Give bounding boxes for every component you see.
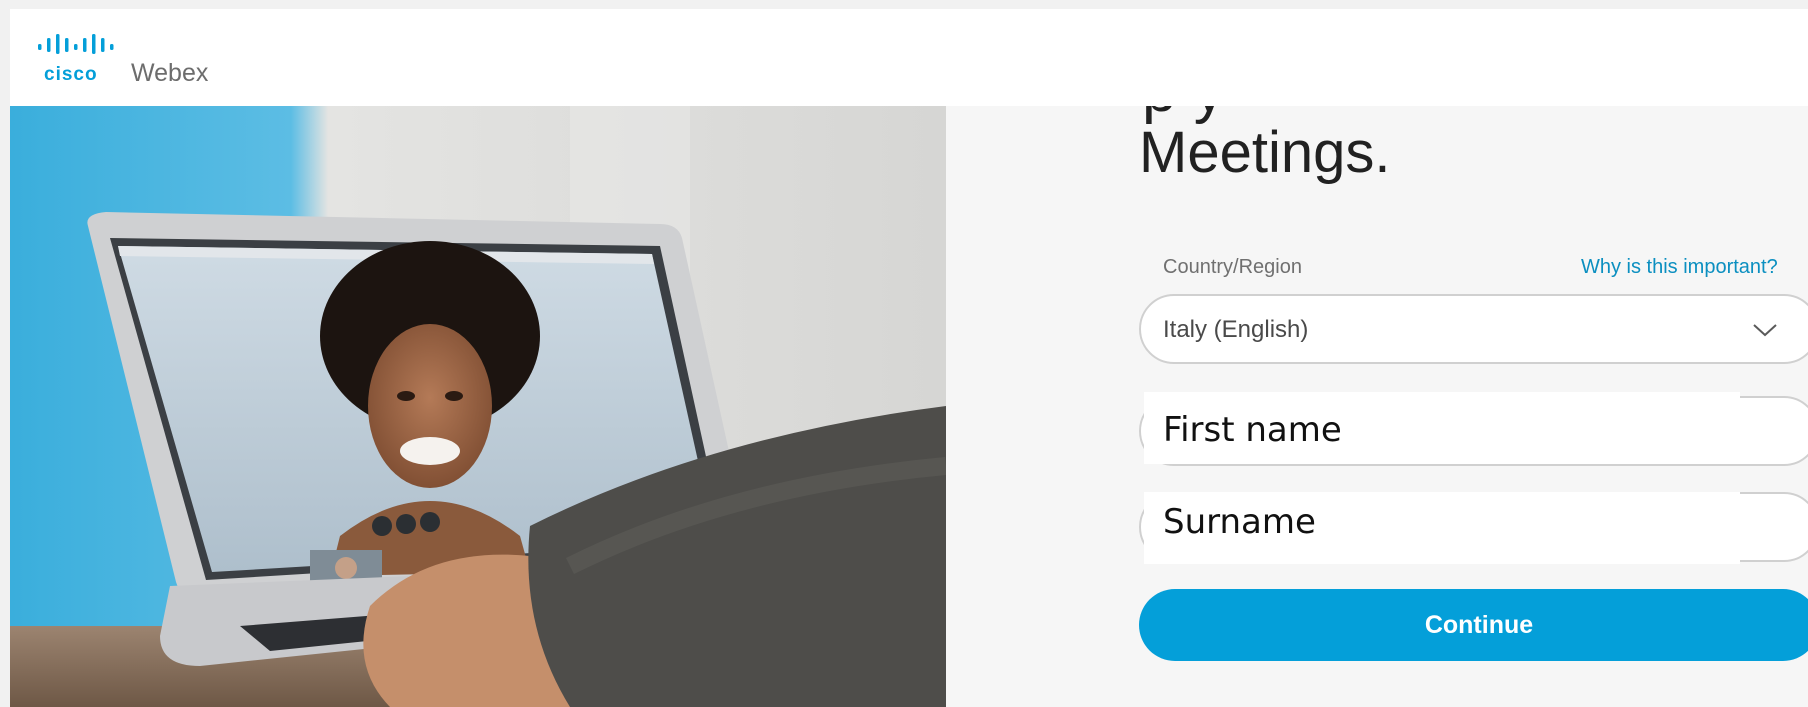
why-important-link[interactable]: Why is this important? xyxy=(1581,256,1778,279)
continue-button[interactable]: Continue xyxy=(1139,589,1808,661)
left-border xyxy=(0,0,10,707)
page-title: Meetings. xyxy=(1139,120,1391,185)
first-name-label: First name xyxy=(1163,410,1342,450)
top-border xyxy=(0,0,1808,9)
country-region-label: Country/Region xyxy=(1163,256,1302,278)
surname-label: Surname xyxy=(1163,502,1316,542)
cisco-logo-icon xyxy=(38,34,114,54)
country-region-value: Italy (English) xyxy=(1163,316,1309,343)
cisco-wordmark: cisco xyxy=(44,64,98,85)
webex-wordmark: Webex xyxy=(131,59,209,87)
header: cisco Webex xyxy=(10,9,1808,106)
hero-image xyxy=(10,106,946,707)
hero-illustration xyxy=(10,106,946,707)
cisco-webex-logo[interactable]: cisco Webex xyxy=(38,24,238,87)
chevron-down-icon xyxy=(1753,324,1777,337)
signup-panel: p y Meetings. Country/Region Why is this… xyxy=(946,106,1808,707)
page: cisco Webex Meetings. Country/Region Why… xyxy=(0,0,1808,707)
country-region-select[interactable]: Italy (English) xyxy=(1139,294,1808,364)
